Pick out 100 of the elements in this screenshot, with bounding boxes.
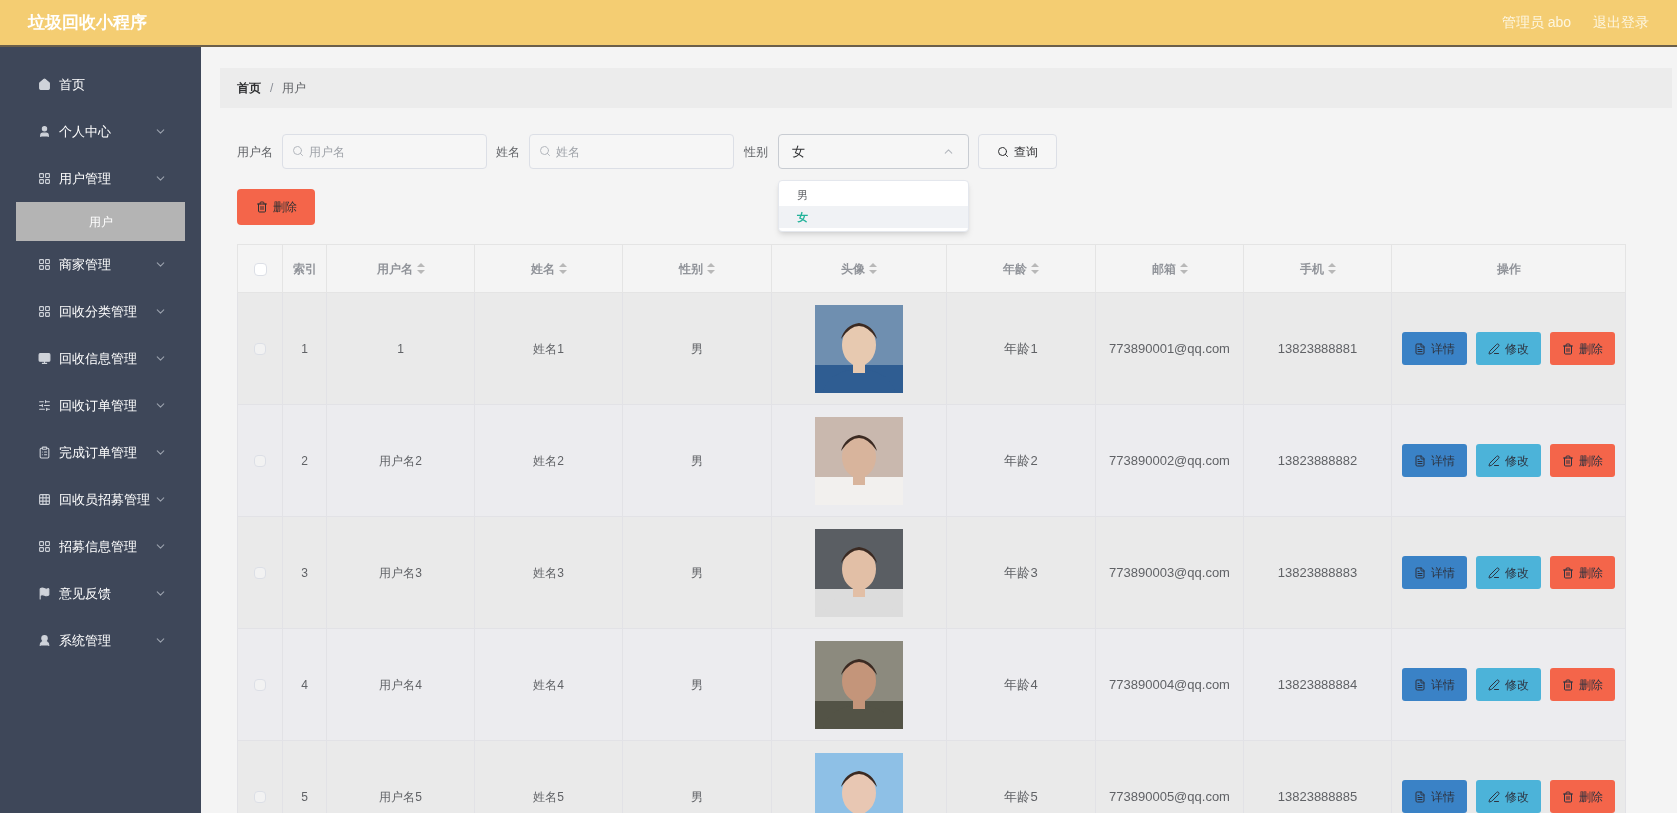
clipboard-icon [38,446,51,459]
trash-icon [1562,566,1574,579]
table-cell: 姓名2 [533,453,564,468]
column-header[interactable]: 邮箱 [1151,259,1188,278]
table-cell: 2 [301,453,308,468]
detail-button[interactable]: 详情 [1402,332,1467,365]
table-cell: 年龄1 [1004,340,1038,356]
breadcrumb-link[interactable]: 首页 [237,79,261,97]
field-label: 性别 [744,143,768,161]
table-cell: 13823888884 [1277,676,1358,692]
search-icon [292,145,304,157]
trash-icon [1562,454,1574,467]
breadcrumb-link[interactable]: 用户 [282,79,307,97]
query-button[interactable]: 查询 [978,134,1057,169]
delete-button[interactable]: 删除 [1550,332,1615,365]
delete-button[interactable]: 删除 [1550,556,1615,589]
table-cell: 年龄3 [1004,564,1038,580]
sidebar-item[interactable]: 完成订单管理 [0,429,201,476]
edit-button[interactable]: 修改 [1476,444,1541,477]
table-cell: 13823888881 [1277,340,1358,356]
sort-icon[interactable] [558,263,567,274]
sidebar-item[interactable]: 系统管理 [0,617,201,664]
select-all-checkbox[interactable] [253,262,267,276]
sliders-icon [38,399,51,412]
table-cell: 姓名4 [533,677,564,692]
detail-button[interactable]: 详情 [1402,780,1467,813]
column-header[interactable]: 姓名 [530,259,567,278]
grid-icon [38,172,51,185]
search-field[interactable]: 用户名 [282,134,487,169]
pen-icon [1488,342,1500,355]
dropdown-option[interactable]: 男 [779,184,968,206]
sort-icon[interactable] [1179,263,1188,274]
sidebar-item[interactable]: 用户管理 [0,155,201,202]
table-cell: 男 [691,565,703,580]
trash-icon [1562,790,1574,803]
column-header[interactable]: 头像 [841,259,877,278]
pen-icon [1488,566,1500,579]
sidebar-item[interactable]: 回收信息管理 [0,335,201,382]
table-cell: 姓名1 [533,341,564,356]
edit-button[interactable]: 修改 [1476,780,1541,813]
table-cell: 1 [397,341,404,356]
pen-icon [1488,678,1500,691]
sidebar-item[interactable]: 招募信息管理 [0,523,201,570]
detail-button[interactable]: 详情 [1402,668,1467,701]
user-icon [38,634,51,647]
sort-icon[interactable] [1327,263,1336,274]
field-label: 姓名 [496,143,520,161]
table-cell: 4 [301,677,308,692]
edit-button[interactable]: 修改 [1476,556,1541,589]
search-field[interactable]: 姓名 [529,134,734,169]
monitor-icon [38,352,51,365]
table-cell: 13823888885 [1277,788,1358,804]
sort-icon[interactable] [1031,263,1039,274]
grid-icon [38,258,51,271]
sidebar-item[interactable]: 首页 [0,61,201,108]
pen-icon [1488,454,1500,467]
table-cell: 用户名4 [379,677,422,692]
sidebar-item[interactable]: 回收订单管理 [0,382,201,429]
search-icon [997,145,1009,158]
trash-icon [1562,678,1574,691]
table-cell: 773890002@qq.com [1109,452,1230,468]
column-header[interactable]: 手机 [1299,259,1336,278]
app-title: 垃圾回收小程序 [28,11,147,34]
table-cell: 姓名3 [533,565,564,580]
table-cell: 3 [301,565,308,580]
delete-button[interactable]: 删除 [1550,668,1615,701]
column-header[interactable]: 性别 [679,259,715,278]
sort-icon[interactable] [707,263,715,274]
sort-icon[interactable] [416,263,425,274]
table-cell: 773890001@qq.com [1109,340,1230,356]
column-header: 操作 [1496,260,1521,278]
delete-button[interactable]: 删除 [1550,780,1615,813]
gender-select[interactable]: 女 [778,134,969,169]
sidebar-item[interactable]: 意见反馈 [0,570,201,617]
detail-button[interactable]: 详情 [1402,444,1467,477]
column-header[interactable]: 年龄 [1003,259,1039,278]
column-header[interactable]: 用户名 [376,259,425,278]
document-icon [1414,678,1426,691]
grid-icon [38,305,51,318]
table-cell: 男 [691,789,703,804]
document-icon [1414,454,1426,467]
delete-button[interactable]: 删除 [1550,444,1615,477]
sidebar-item[interactable]: 回收分类管理 [0,288,201,335]
sidebar-item[interactable]: 商家管理 [0,241,201,288]
edit-button[interactable]: 修改 [1476,332,1541,365]
edit-button[interactable]: 修改 [1476,668,1541,701]
document-icon [1414,790,1426,803]
sidebar-item[interactable]: 回收员招募管理 [0,476,201,523]
table-cell: 用户名3 [379,565,422,580]
table-cell: 773890005@qq.com [1109,788,1230,804]
table-cell: 男 [691,341,703,356]
bulk-delete-button[interactable]: 删除 [237,189,315,225]
grid-icon [38,493,51,506]
sidebar-item[interactable]: 个人中心 [0,108,201,155]
detail-button[interactable]: 详情 [1402,556,1467,589]
table-cell: 男 [691,453,703,468]
sort-icon[interactable] [869,263,877,274]
admin-name: 管理员 abo [1501,13,1571,32]
document-icon [1414,566,1426,579]
table-cell: 年龄5 [1004,788,1038,804]
